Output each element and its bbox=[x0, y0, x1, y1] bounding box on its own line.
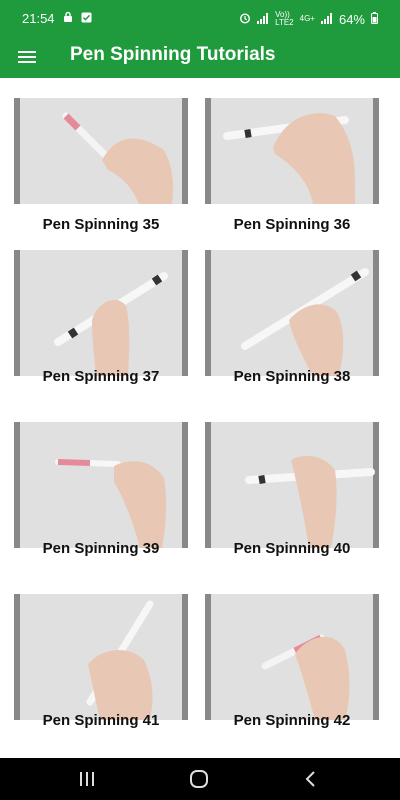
video-thumbnail bbox=[205, 250, 379, 376]
recents-icon[interactable] bbox=[72, 768, 102, 790]
video-thumbnail bbox=[14, 594, 188, 720]
app-bar: Pen Spinning Tutorials bbox=[0, 36, 400, 78]
video-title: Pen Spinning 37 bbox=[42, 368, 160, 385]
video-thumbnail bbox=[14, 250, 188, 376]
video-card-40[interactable]: Pen Spinning 40 bbox=[205, 402, 379, 558]
video-title: Pen Spinning 39 bbox=[42, 540, 160, 557]
hamburger-menu-icon[interactable] bbox=[16, 45, 42, 69]
status-bar: 21:54 Vo)) LTE2 4G+ 64% bbox=[0, 0, 400, 36]
check-notification-icon bbox=[81, 11, 92, 26]
video-thumbnail bbox=[205, 594, 379, 720]
video-card-42[interactable]: Pen Spinning 42 bbox=[205, 574, 379, 730]
video-thumbnail bbox=[205, 98, 379, 204]
video-card-36[interactable]: Pen Spinning 36 bbox=[205, 78, 379, 234]
network-gen: 4G+ bbox=[299, 14, 315, 23]
video-card-39[interactable]: Pen Spinning 39 bbox=[14, 402, 188, 558]
system-nav-bar bbox=[0, 758, 400, 800]
battery-percent: 64% bbox=[338, 11, 365, 27]
video-grid: Pen Spinning 35 Pen Spinning 36 Pen Spin… bbox=[0, 78, 400, 758]
video-card-35[interactable]: Pen Spinning 35 bbox=[14, 78, 188, 234]
app-title: Pen Spinning Tutorials bbox=[70, 44, 276, 65]
home-icon[interactable] bbox=[184, 768, 214, 790]
video-title: Pen Spinning 40 bbox=[233, 540, 351, 557]
video-card-41[interactable]: Pen Spinning 41 bbox=[14, 574, 188, 730]
video-title: Pen Spinning 38 bbox=[233, 368, 351, 385]
video-thumbnail bbox=[205, 422, 379, 548]
video-card-37[interactable]: Pen Spinning 37 bbox=[14, 230, 188, 386]
video-thumbnail bbox=[14, 422, 188, 548]
video-thumbnail bbox=[14, 98, 188, 204]
back-icon[interactable] bbox=[296, 768, 326, 790]
network-type: Vo)) LTE2 bbox=[275, 10, 294, 27]
signal-icon-2 bbox=[320, 12, 333, 27]
video-title: Pen Spinning 42 bbox=[233, 712, 351, 729]
alarm-icon bbox=[239, 12, 251, 27]
video-title: Pen Spinning 41 bbox=[42, 712, 160, 729]
status-time: 21:54 bbox=[22, 11, 55, 26]
battery-icon bbox=[371, 11, 378, 27]
lock-icon bbox=[63, 11, 73, 26]
signal-icon bbox=[257, 12, 269, 27]
video-card-38[interactable]: Pen Spinning 38 bbox=[205, 230, 379, 386]
